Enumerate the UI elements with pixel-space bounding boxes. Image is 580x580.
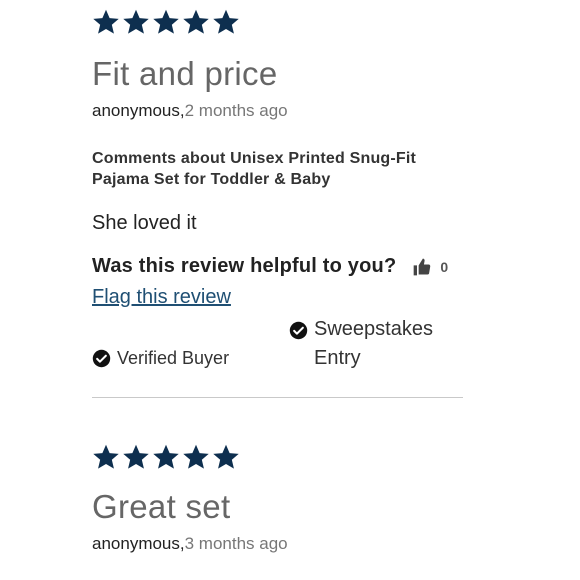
flag-review-link[interactable]: Flag this review bbox=[92, 286, 231, 308]
helpful-count: 0 bbox=[440, 258, 449, 275]
star-rating bbox=[92, 8, 464, 36]
star-icon bbox=[182, 443, 210, 471]
review-card: Fit and price anonymous,2 months ago Com… bbox=[92, 8, 464, 371]
review-time: 2 months ago bbox=[184, 101, 288, 120]
star-icon bbox=[212, 8, 240, 36]
verified-buyer-badge: Verified Buyer bbox=[92, 347, 229, 369]
star-rating bbox=[92, 443, 464, 471]
review-author-line: anonymous,2 months ago bbox=[92, 100, 464, 122]
check-circle-icon bbox=[92, 349, 111, 368]
review-time: 3 months ago bbox=[184, 534, 288, 553]
check-circle-icon bbox=[289, 321, 308, 340]
review-author-line: anonymous,3 months ago bbox=[92, 533, 464, 555]
sweepstakes-label: Sweepstakes Entry bbox=[314, 318, 433, 369]
star-icon bbox=[122, 443, 150, 471]
review-title: Great set bbox=[92, 488, 231, 525]
star-icon bbox=[92, 8, 120, 36]
star-icon bbox=[152, 8, 180, 36]
star-icon bbox=[152, 443, 180, 471]
review-badges: Verified Buyer Sweepstakes Entry bbox=[92, 318, 464, 371]
star-icon bbox=[212, 443, 240, 471]
review-author: anonymous, bbox=[92, 101, 185, 120]
review-product-context: Comments about Unisex Printed Snug-Fit P… bbox=[92, 150, 417, 188]
star-icon bbox=[122, 8, 150, 36]
helpful-row: Was this review helpful to you? 0 bbox=[92, 255, 464, 278]
review-author: anonymous, bbox=[92, 534, 185, 553]
review-title: Fit and price bbox=[92, 55, 278, 92]
review-body: She loved it bbox=[92, 212, 197, 234]
sweepstakes-badge: Sweepstakes Entry bbox=[289, 315, 484, 373]
review-divider bbox=[92, 397, 463, 398]
thumbs-up-icon[interactable] bbox=[412, 257, 432, 277]
star-icon bbox=[182, 8, 210, 36]
star-icon bbox=[92, 443, 120, 471]
helpful-question: Was this review helpful to you? bbox=[92, 255, 397, 277]
review-card: Great set anonymous,3 months ago bbox=[92, 443, 464, 555]
verified-buyer-label: Verified Buyer bbox=[117, 348, 230, 368]
